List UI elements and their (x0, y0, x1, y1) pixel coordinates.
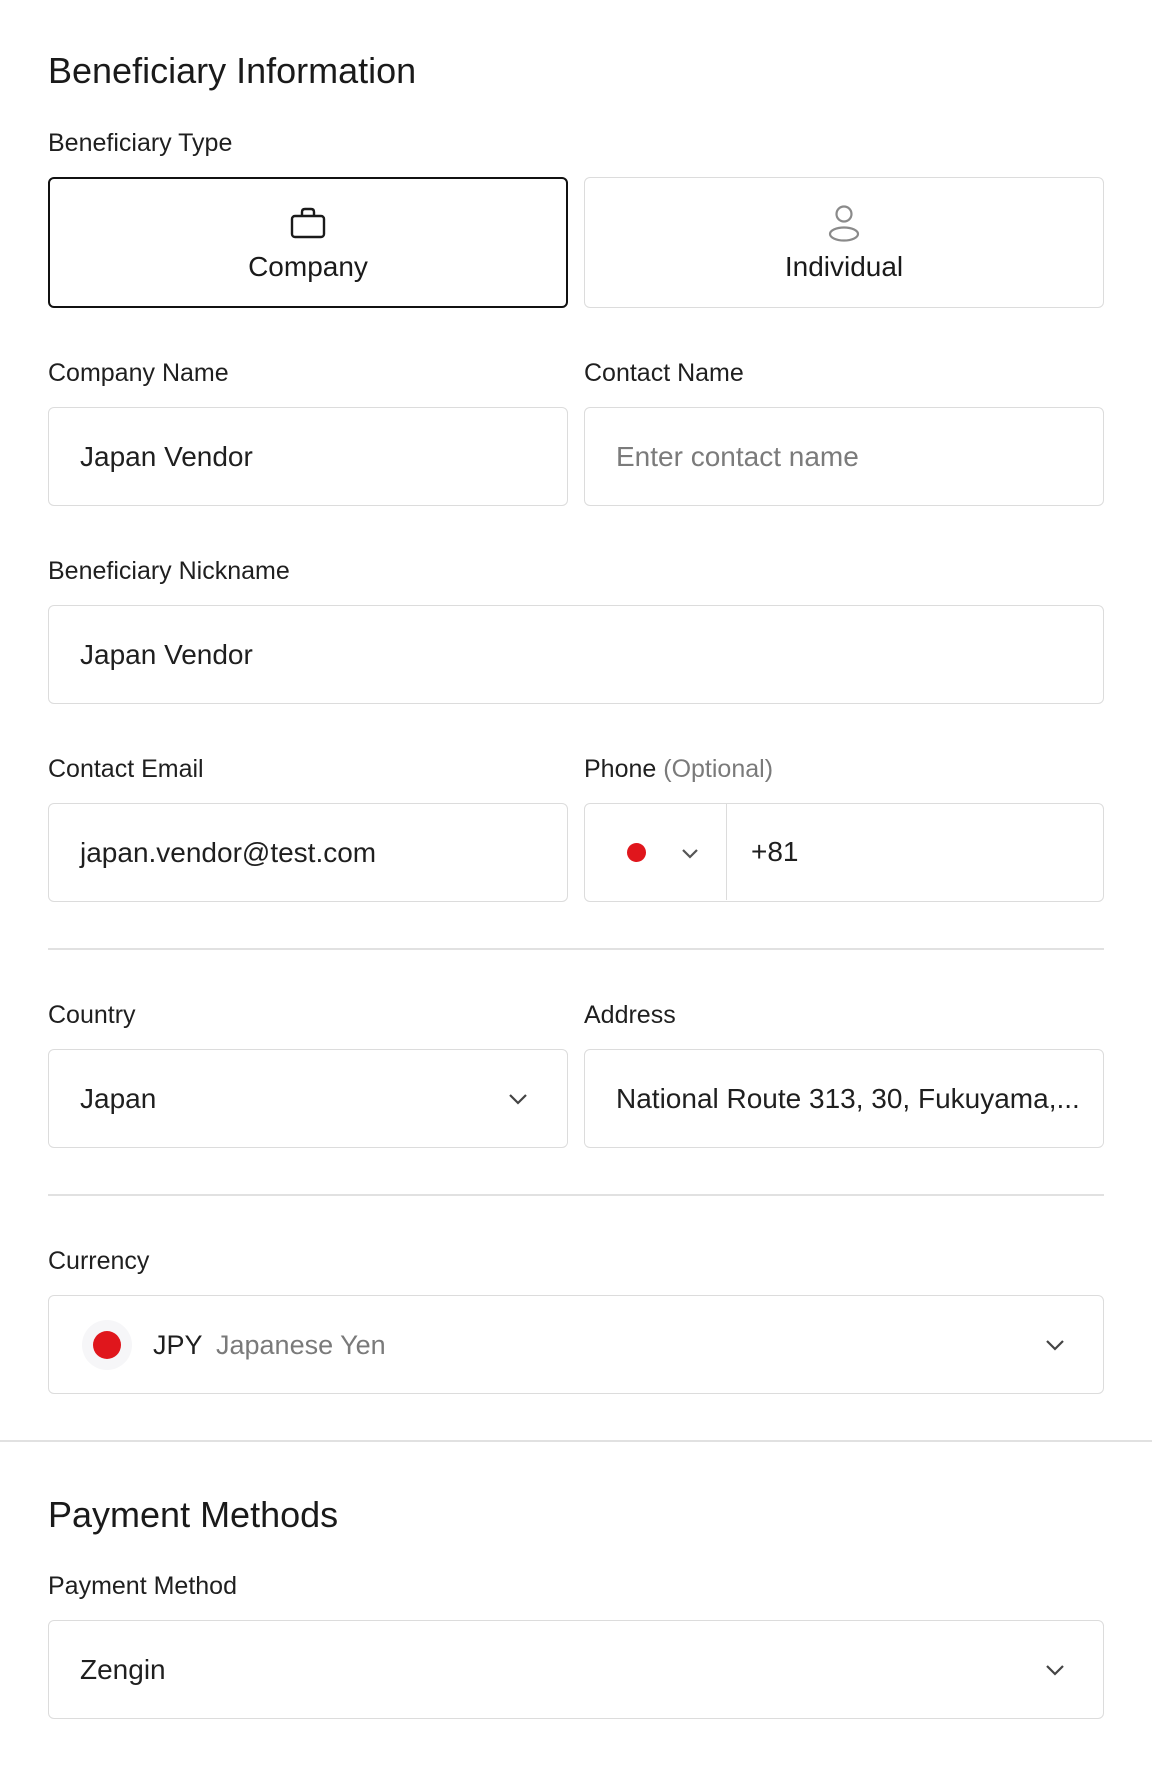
address-input[interactable]: National Route 313, 30, Fukuyama,... (584, 1049, 1104, 1148)
chevron-down-icon (1046, 1665, 1064, 1676)
divider (48, 948, 1104, 950)
phone-field: +81 (584, 803, 1104, 902)
divider (48, 1194, 1104, 1196)
currency-label: Currency (48, 1247, 150, 1275)
currency-code: JPY (153, 1330, 203, 1360)
company-type-label: Company (248, 250, 368, 282)
beneficiary-type-company[interactable]: Company (48, 177, 568, 308)
chevron-down-icon (682, 849, 698, 859)
payment-method-value: Zengin (80, 1653, 166, 1685)
payment-method-label: Payment Method (48, 1572, 237, 1600)
phone-country-select[interactable] (585, 804, 727, 900)
chevron-down-icon (1046, 1340, 1064, 1351)
contact-name-input[interactable]: Enter contact name (584, 407, 1104, 506)
chevron-down-icon (509, 1094, 527, 1105)
phone-number-input[interactable]: +81 (751, 804, 799, 900)
beneficiary-type-individual[interactable]: Individual (584, 177, 1104, 308)
beneficiary-section-title: Beneficiary Information (48, 50, 417, 91)
japan-flag-icon (627, 843, 646, 862)
phone-optional-text: (Optional) (663, 755, 774, 783)
briefcase-icon (289, 203, 327, 243)
section-divider (0, 1440, 1152, 1442)
payment-section-title: Payment Methods (48, 1494, 339, 1535)
phone-label-text: Phone (584, 755, 657, 783)
company-name-label: Company Name (48, 359, 229, 387)
contact-name-label: Contact Name (584, 359, 744, 387)
japan-flag-icon (82, 1320, 132, 1370)
country-value: Japan (80, 1082, 157, 1114)
phone-label: Phone (Optional) (584, 755, 773, 784)
country-label: Country (48, 1001, 136, 1029)
contact-email-label: Contact Email (48, 755, 204, 783)
address-label: Address (584, 1001, 676, 1029)
company-name-input[interactable]: Japan Vendor (48, 407, 568, 506)
country-select[interactable]: Japan (48, 1049, 568, 1148)
payment-method-select[interactable]: Zengin (48, 1620, 1104, 1719)
nickname-input[interactable]: Japan Vendor (48, 605, 1104, 704)
currency-name: Japanese Yen (216, 1330, 386, 1360)
beneficiary-type-label: Beneficiary Type (48, 129, 233, 157)
individual-type-label: Individual (784, 250, 904, 282)
person-icon (827, 203, 861, 243)
nickname-label: Beneficiary Nickname (48, 557, 290, 585)
contact-email-input[interactable]: japan.vendor@test.com (48, 803, 568, 902)
currency-select[interactable]: JPY Japanese Yen (48, 1295, 1104, 1394)
